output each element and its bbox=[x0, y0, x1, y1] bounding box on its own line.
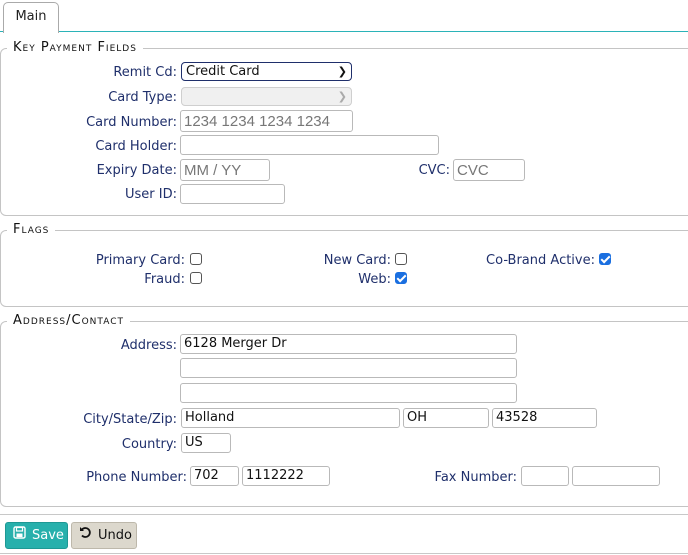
web-checkbox[interactable] bbox=[395, 272, 407, 284]
floppy-disk-icon bbox=[12, 523, 26, 548]
fax-number-input[interactable] bbox=[572, 466, 660, 486]
card-type-select[interactable]: ❯ bbox=[181, 87, 352, 106]
phone-number-label: Phone Number: bbox=[86, 470, 187, 485]
tab-bar: Main bbox=[0, 0, 688, 33]
address-line1-input[interactable] bbox=[180, 334, 517, 354]
fax-number-label: Fax Number: bbox=[434, 470, 517, 485]
fraud-checkbox[interactable] bbox=[190, 272, 202, 284]
undo-button[interactable]: Undo bbox=[71, 522, 137, 549]
primary-card-checkbox[interactable] bbox=[190, 253, 202, 265]
card-number-input[interactable] bbox=[180, 110, 353, 132]
primary-card-label: Primary Card: bbox=[95, 253, 185, 268]
city-input[interactable] bbox=[181, 408, 400, 428]
phone-number-input[interactable] bbox=[242, 466, 330, 486]
remit-cd-value: Credit Card bbox=[186, 64, 260, 79]
remit-cd-select[interactable]: Credit Card ❯ bbox=[181, 62, 352, 81]
user-id-input[interactable] bbox=[180, 184, 285, 204]
section-title: Address/Contact bbox=[13, 313, 124, 328]
state-input[interactable] bbox=[403, 408, 489, 428]
new-card-checkbox[interactable] bbox=[395, 253, 407, 265]
undo-icon bbox=[78, 523, 92, 548]
fax-area-input[interactable] bbox=[521, 466, 569, 486]
address-label: Address: bbox=[120, 338, 177, 353]
co-brand-active-label: Co-Brand Active: bbox=[486, 253, 595, 268]
save-label: Save bbox=[32, 528, 64, 543]
address-line3-input[interactable] bbox=[180, 383, 517, 403]
card-number-label: Card Number: bbox=[86, 115, 177, 130]
user-id-label: User ID: bbox=[125, 187, 177, 202]
expiry-date-label: Expiry Date: bbox=[96, 163, 177, 178]
save-button[interactable]: Save bbox=[5, 522, 68, 549]
expiry-date-input[interactable] bbox=[180, 159, 270, 181]
cvc-input[interactable] bbox=[453, 159, 525, 181]
card-type-label: Card Type: bbox=[108, 90, 177, 105]
city-state-zip-label: City/State/Zip: bbox=[83, 412, 177, 427]
section-title: Key Payment Fields bbox=[13, 40, 137, 55]
chevron-down-icon: ❯ bbox=[337, 65, 347, 78]
undo-label: Undo bbox=[98, 528, 132, 543]
cvc-label: CVC: bbox=[418, 163, 450, 178]
web-label: Web: bbox=[358, 272, 391, 287]
footer-divider bbox=[0, 514, 688, 515]
tab-main[interactable]: Main bbox=[3, 2, 59, 33]
remit-cd-label: Remit Cd: bbox=[113, 65, 177, 80]
chevron-down-icon: ❯ bbox=[337, 90, 347, 103]
address-line2-input[interactable] bbox=[180, 358, 517, 378]
country-input[interactable] bbox=[181, 433, 231, 453]
card-holder-input[interactable] bbox=[180, 135, 439, 155]
zip-input[interactable] bbox=[492, 408, 597, 428]
new-card-label: New Card: bbox=[323, 253, 391, 268]
card-holder-label: Card Holder: bbox=[95, 139, 177, 154]
fraud-label: Fraud: bbox=[144, 272, 185, 287]
phone-area-input[interactable] bbox=[190, 466, 239, 486]
co-brand-active-checkbox[interactable] bbox=[599, 253, 611, 265]
country-label: Country: bbox=[121, 437, 177, 452]
section-title: Flags bbox=[13, 222, 50, 237]
footer-bottom-divider bbox=[0, 553, 688, 554]
